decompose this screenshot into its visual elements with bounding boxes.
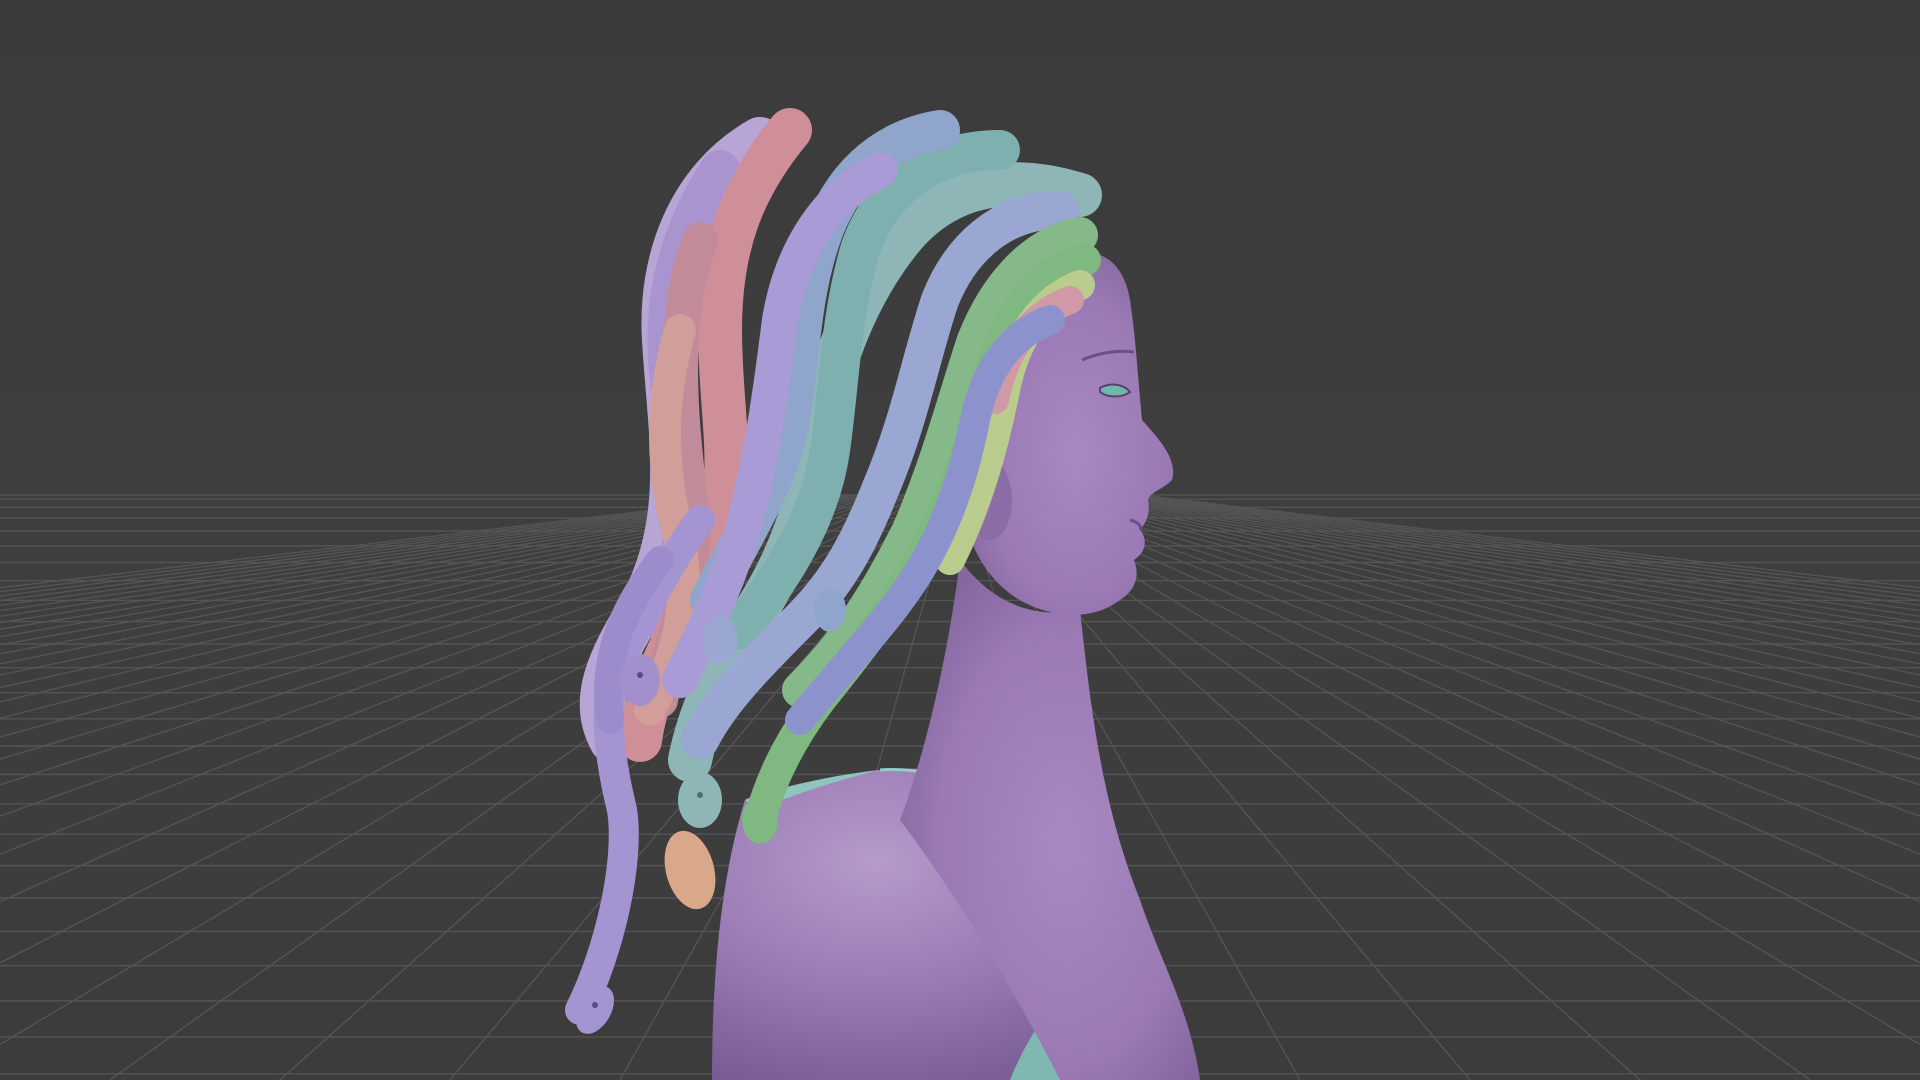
viewport-scene[interactable] [0,0,1920,1080]
3d-viewport[interactable] [0,0,1920,1080]
